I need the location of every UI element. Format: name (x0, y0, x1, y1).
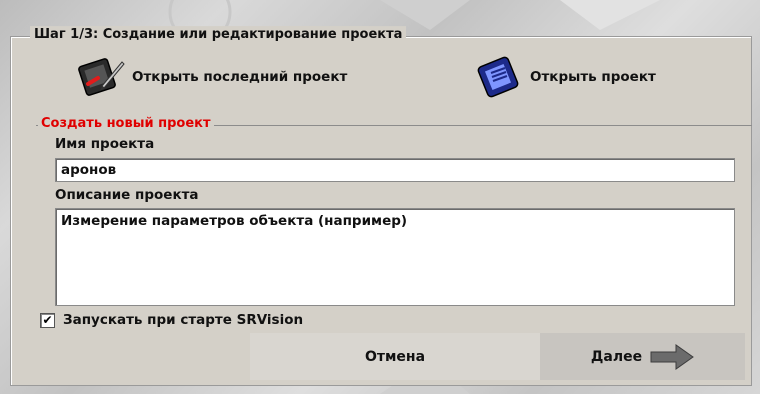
open-project-button[interactable]: Открыть проект (476, 56, 656, 98)
startup-checkbox[interactable]: ✔ (40, 312, 55, 328)
next-button[interactable]: Далее (540, 333, 745, 380)
open-project-label: Открыть проект (530, 69, 656, 85)
project-name-input[interactable] (55, 158, 735, 182)
project-name-label: Имя проекта (55, 136, 155, 152)
check-mark-icon: ✔ (42, 313, 53, 327)
project-description-textarea[interactable]: Измерение параметров объекта (например) (55, 208, 735, 306)
startup-checkbox-row[interactable]: ✔ Запускать при старте SRVision (40, 312, 303, 328)
blue-document-icon (477, 56, 519, 98)
new-project-legend: Создать новый проект (38, 115, 214, 134)
next-label: Далее (590, 348, 643, 365)
step-title: Шаг 1/3: Создание или редактирование про… (30, 26, 407, 45)
cancel-label: Отмена (364, 348, 426, 365)
cancel-button[interactable]: Отмена (250, 333, 540, 380)
open-last-project-label: Открыть последний проект (132, 69, 348, 85)
pencil-book-icon (78, 58, 125, 96)
open-last-project-button[interactable]: Открыть последний проект (78, 56, 347, 98)
project-description-label: Описание проекта (55, 187, 199, 203)
startup-checkbox-label: Запускать при старте SRVision (63, 312, 304, 328)
arrow-right-icon (650, 343, 694, 370)
